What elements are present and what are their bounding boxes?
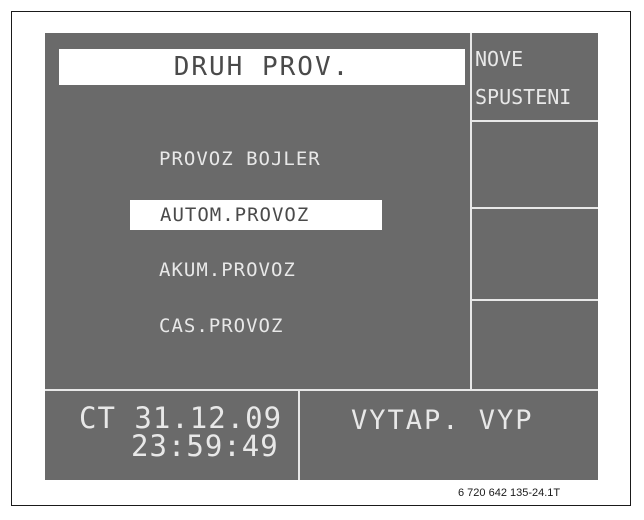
softkey-4[interactable]	[472, 301, 598, 390]
status-bar-divider	[45, 389, 598, 391]
softkey-new-start-line1[interactable]: NOVE	[475, 47, 523, 71]
softkey-2[interactable]	[472, 122, 598, 207]
status-time: 23:59:49	[131, 429, 279, 463]
status-column-divider	[298, 391, 300, 480]
display-screen: DRUH PROV. NOVE SPUSTENI PROVOZ BOJLER A…	[45, 33, 598, 480]
softkey-new-start-line2[interactable]: SPUSTENI	[475, 85, 571, 109]
screen-title: DRUH PROV.	[59, 49, 465, 85]
softkey-3[interactable]	[472, 209, 598, 299]
status-heating: VYTAP. VYP	[351, 405, 534, 436]
menu-item-akum-provoz[interactable]: AKUM.PROVOZ	[159, 259, 296, 281]
menu-item-provoz-bojler[interactable]: PROVOZ BOJLER	[159, 148, 321, 170]
menu-item-cas-provoz[interactable]: CAS.PROVOZ	[159, 315, 283, 337]
menu-item-autom-provoz[interactable]: AUTOM.PROVOZ	[130, 200, 382, 230]
figure-caption: 6 720 642 135-24.1T	[458, 487, 561, 499]
